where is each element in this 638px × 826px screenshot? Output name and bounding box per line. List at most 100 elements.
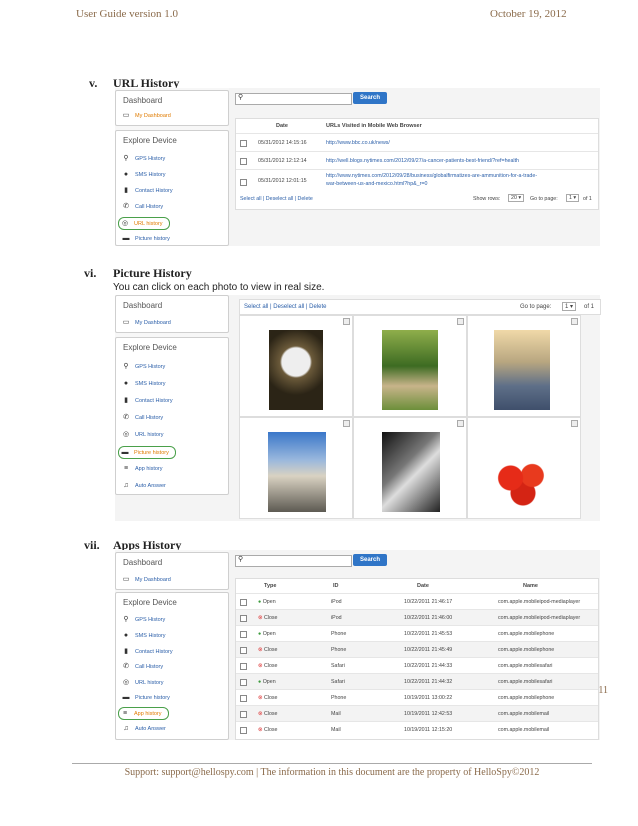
search-input[interactable]: ⚲ xyxy=(235,93,352,105)
search-button[interactable]: Search xyxy=(353,554,387,566)
nav-gps[interactable]: ⚲ GPS History xyxy=(122,361,165,372)
rows-select[interactable]: 20 ▾ xyxy=(508,194,525,202)
row-checkbox[interactable] xyxy=(240,695,247,702)
row-checkbox[interactable] xyxy=(240,615,247,622)
table-row[interactable]: ⊗ Close Phone 10/19/2011 13:00:22 com.apple… xyxy=(236,689,598,706)
close-icon: ⊗ xyxy=(258,663,263,669)
row-checkbox[interactable] xyxy=(240,158,247,165)
nav-url[interactable]: ◎ URL history xyxy=(122,677,164,688)
photo-building[interactable] xyxy=(239,417,353,519)
nav-label: GPS History xyxy=(135,616,166,623)
nav-call[interactable]: ✆ Call History xyxy=(122,661,163,672)
table-row[interactable]: ⊗ Close iPod 10/22/2011 21:46:00 com.apple.… xyxy=(236,609,598,626)
nav-label: URL history xyxy=(135,679,164,686)
row-url[interactable]: http://well.blogs.nytimes.com/2012/09/27… xyxy=(326,158,519,164)
row-type-label: Close xyxy=(263,615,278,621)
row-date: 10/22/2011 21:44:33 xyxy=(404,663,453,669)
open-icon: ● xyxy=(258,631,262,637)
row-checkbox[interactable] xyxy=(240,647,247,654)
row-checkbox[interactable] xyxy=(240,663,247,670)
nav-app[interactable]: ≡ App history xyxy=(122,463,163,474)
table-row[interactable]: ● Open Safari 10/22/2011 21:44:32 com.apple… xyxy=(236,673,598,690)
pin-icon: ⚲ xyxy=(123,362,129,370)
table-row[interactable]: 05/31/2012 12:01:15 http://www.nytimes.c… xyxy=(236,169,598,192)
nav-contact[interactable]: ▮ Contact History xyxy=(122,185,173,196)
nav-picture[interactable]: ▬ Picture history xyxy=(122,233,170,244)
nav-my-dashboard[interactable]: ▭ My Dashboard xyxy=(122,574,171,585)
photo-abstract[interactable] xyxy=(353,417,467,519)
table-row[interactable]: ⊗ Close Mail 10/19/2011 12:42:53 com.apple.… xyxy=(236,705,598,722)
photo-checkbox[interactable] xyxy=(343,318,350,325)
table-row[interactable]: ⊗ Close Phone 10/22/2011 21:45:49 com.apple… xyxy=(236,641,598,658)
photo-checkbox[interactable] xyxy=(457,420,464,427)
nav-url[interactable]: ◎ URL history xyxy=(118,217,170,230)
search-button[interactable]: Search xyxy=(353,92,387,104)
table-row[interactable]: ⊗ Close Safari 10/22/2011 21:44:33 com.appl… xyxy=(236,657,598,674)
nav-auto-answer[interactable]: ♫ Auto Answer xyxy=(122,480,166,491)
nav-label: Picture history xyxy=(134,449,169,456)
page-of: of 1 xyxy=(583,196,592,202)
row-checkbox[interactable] xyxy=(240,140,247,147)
row-name: com.apple.mobilemail xyxy=(498,711,550,717)
nav-gps[interactable]: ⚲ GPS History xyxy=(122,614,165,625)
row-date: 10/22/2011 21:46:00 xyxy=(404,615,453,621)
nav-url[interactable]: ◎ URL history xyxy=(122,429,164,440)
nav-label: Contact History xyxy=(135,397,173,404)
nav-sms[interactable]: ● SMS History xyxy=(122,169,166,180)
nav-label: Picture history xyxy=(135,694,170,701)
nav-picture[interactable]: ▬ Picture history xyxy=(122,692,170,703)
photo-city[interactable] xyxy=(467,315,581,417)
nav-contact[interactable]: ▮ Contact History xyxy=(122,646,173,657)
row-type: ● Open xyxy=(258,679,276,685)
page-select[interactable]: 1 ▾ xyxy=(566,194,580,202)
row-url-cont[interactable]: war-between-us-and-mexico.html?hp&_r=0 xyxy=(326,181,427,187)
nav-call[interactable]: ✆ Call History xyxy=(122,412,163,423)
row-url[interactable]: http://www.bbc.co.uk/news/ xyxy=(326,140,390,146)
photo-checkbox[interactable] xyxy=(571,420,578,427)
page-select[interactable]: 1 ▾ xyxy=(562,302,577,311)
row-date: 05/31/2012 14:15:16 xyxy=(258,140,307,146)
table-row[interactable]: ⊗ Close Mail 10/19/2011 12:15:20 com.apple.… xyxy=(236,721,598,738)
table-row[interactable]: ● Open iPod 10/22/2011 21:46:17 com.apple.m… xyxy=(236,593,598,610)
nav-sms[interactable]: ● SMS History xyxy=(122,378,166,389)
nav-my-dashboard[interactable]: ▭ My Dashboard xyxy=(122,110,171,121)
close-icon: ⊗ xyxy=(258,647,263,653)
search-input[interactable]: ⚲ xyxy=(235,555,352,567)
nav-sms[interactable]: ● SMS History xyxy=(122,630,166,641)
nav-picture[interactable]: ▬ Picture history xyxy=(118,446,176,459)
nav-label: My Dashboard xyxy=(135,112,171,119)
row-date: 05/31/2012 12:01:15 xyxy=(258,178,307,184)
picture-actions[interactable]: Select all | Deselect all | Delete xyxy=(244,304,327,310)
row-checkbox[interactable] xyxy=(240,599,247,606)
photo-checkbox[interactable] xyxy=(457,318,464,325)
row-checkbox[interactable] xyxy=(240,711,247,718)
row-url[interactable]: http://www.nytimes.com/2012/09/28/busine… xyxy=(326,173,537,179)
photo-flowers[interactable] xyxy=(467,417,581,519)
nav-my-dashboard[interactable]: ▭ My Dashboard xyxy=(122,317,171,328)
photo-path[interactable] xyxy=(353,315,467,417)
nav-label: Auto Answer xyxy=(135,725,166,732)
image-icon: ▬ xyxy=(121,448,129,456)
row-checkbox[interactable] xyxy=(240,727,247,734)
table-actions[interactable]: Select all | Deselect all | Delete xyxy=(240,196,313,202)
nav-gps[interactable]: ⚲ GPS History xyxy=(122,153,165,164)
table-row[interactable]: ● Open Phone 10/22/2011 21:45:53 com.apple.… xyxy=(236,625,598,642)
row-checkbox[interactable] xyxy=(240,179,247,186)
row-checkbox[interactable] xyxy=(240,679,247,686)
photo-checkbox[interactable] xyxy=(571,318,578,325)
page-number: 11 xyxy=(598,685,608,696)
nav-auto-answer[interactable]: ♫ Auto Answer xyxy=(122,723,166,734)
row-id: Safari xyxy=(331,679,345,685)
table-row[interactable]: 05/31/2012 12:12:14 http://well.blogs.ny… xyxy=(236,151,598,170)
photo-checkbox[interactable] xyxy=(343,420,350,427)
header-right: October 19, 2012 xyxy=(490,8,567,20)
close-icon: ⊗ xyxy=(258,615,263,621)
row-checkbox[interactable] xyxy=(240,631,247,638)
table-row[interactable]: 05/31/2012 14:15:16 http://www.bbc.co.uk… xyxy=(236,133,598,152)
nav-contact[interactable]: ▮ Contact History xyxy=(122,395,173,406)
photo-dandelion[interactable] xyxy=(239,315,353,417)
city-image xyxy=(494,330,550,410)
nav-app[interactable]: ≡ App history xyxy=(118,707,169,720)
nav-call[interactable]: ✆ Call History xyxy=(122,201,163,212)
row-type-label: Open xyxy=(262,599,276,605)
